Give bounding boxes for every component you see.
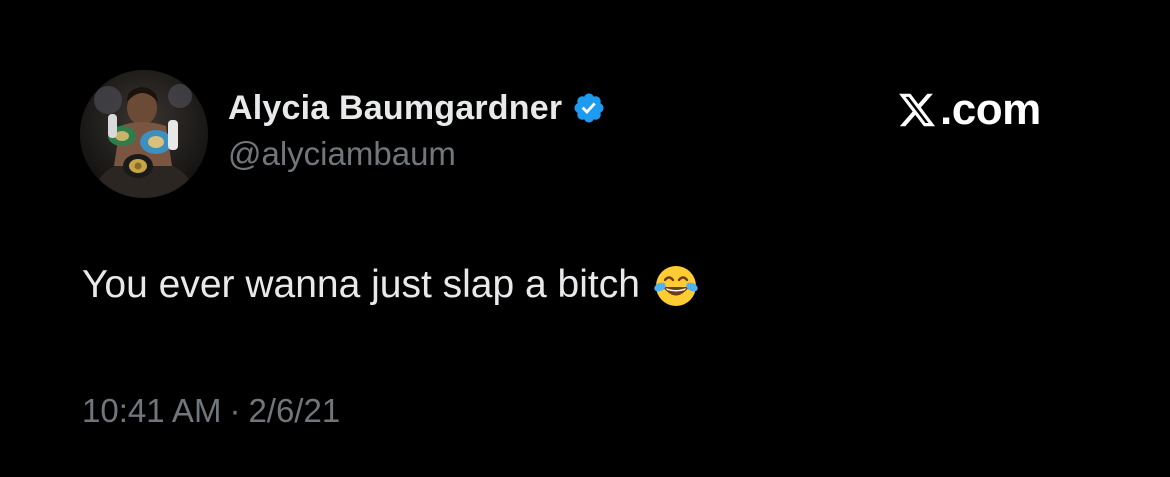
face-with-tears-of-joy-icon: [654, 266, 698, 306]
tweet-time[interactable]: 10:41 AM: [82, 392, 221, 430]
tweet-timestamp: 10:41 AM · 2/6/21: [82, 392, 340, 430]
avatar-photo-icon: [80, 70, 208, 198]
brand-text: .com: [940, 85, 1041, 134]
meta-separator: ·: [229, 392, 241, 429]
tweet-card: Alycia Baumgardner @alyciambaum .com You…: [0, 0, 1170, 477]
author-name-row: Alycia Baumgardner: [228, 82, 606, 134]
tweet-body: You ever wanna just slap a bitch: [82, 260, 700, 310]
author-handle[interactable]: @alyciambaum: [228, 135, 456, 173]
tweet-text: You ever wanna just slap a bitch: [82, 263, 640, 306]
brand-logo[interactable]: .com: [896, 84, 1041, 136]
x-logo-icon: [899, 93, 936, 127]
tweet-date[interactable]: 2/6/21: [248, 392, 340, 430]
author-display-name[interactable]: Alycia Baumgardner: [228, 89, 562, 128]
verified-badge-icon: [574, 93, 604, 123]
avatar[interactable]: [80, 70, 208, 198]
